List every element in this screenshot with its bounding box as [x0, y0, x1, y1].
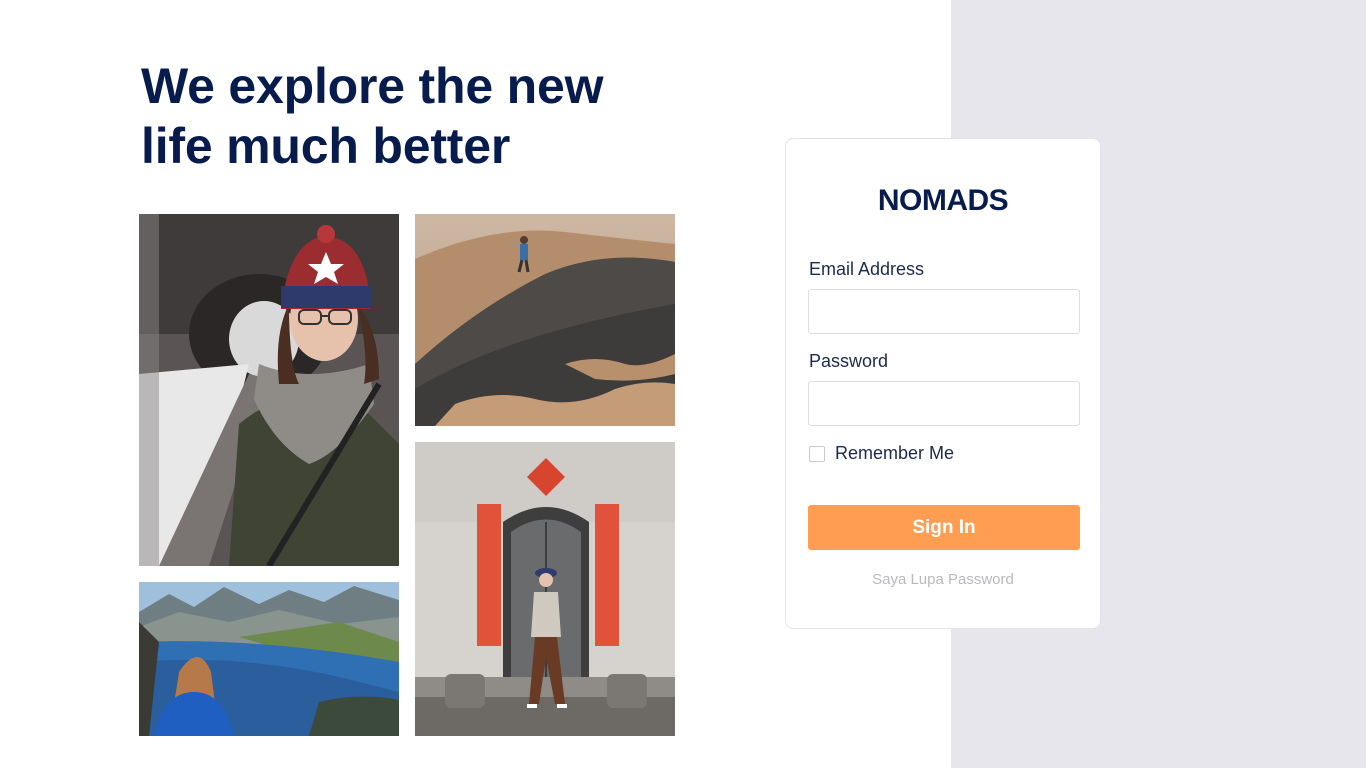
gallery-photo-fjord-view	[139, 582, 399, 736]
hero-headline-line-1: We explore the new	[141, 58, 604, 114]
gallery-photo-old-doorway	[415, 442, 675, 736]
sign-in-button[interactable]: Sign In	[808, 505, 1080, 550]
nomads-logo: NOMADS	[786, 183, 1100, 215]
password-label: Password	[809, 351, 889, 371]
hero-headline-line-2: life much better	[141, 118, 511, 174]
remember-me-checkbox[interactable]	[809, 445, 825, 462]
email-label: Email Address	[809, 259, 925, 279]
email-field[interactable]	[808, 289, 1080, 334]
login-card: NOMADS Email Address Password Remember M…	[785, 138, 1101, 629]
remember-me-label[interactable]: Remember Me	[835, 443, 954, 464]
forgot-password-link[interactable]: Saya Lupa Password	[786, 571, 1100, 588]
password-field[interactable]	[808, 381, 1080, 426]
logo-wordmark: NOMADS	[878, 184, 1008, 215]
hero-headline: We explore the new life much better	[141, 56, 603, 176]
remember-me-row[interactable]: Remember Me	[809, 443, 954, 464]
gallery-photo-winter-woman	[139, 214, 399, 566]
login-page: We explore the new life much better NOMA…	[0, 0, 1366, 768]
gallery-photo-desert-dunes	[415, 214, 675, 426]
